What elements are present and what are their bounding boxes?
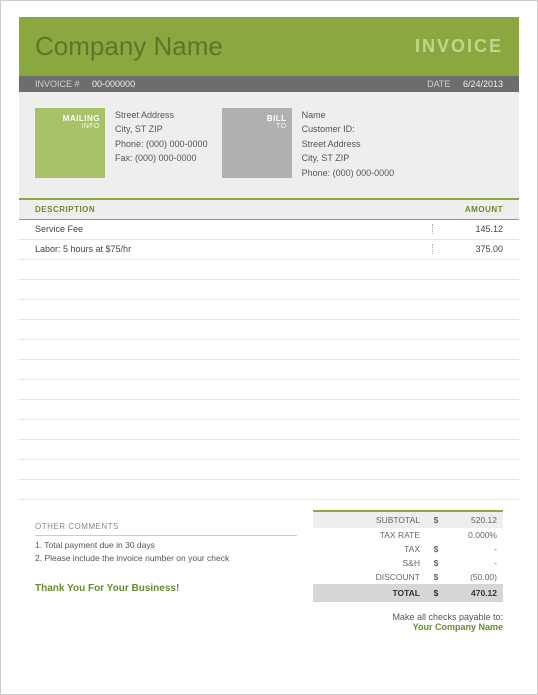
cell-description: Service Fee xyxy=(35,224,433,234)
comments-lines: 1. Total payment due in 30 days 2. Please… xyxy=(35,540,297,563)
info-area: MAILING INFO Street AddressCity, ST ZIPP… xyxy=(19,92,519,198)
bill-sub: TO xyxy=(276,123,287,130)
thank-you: Thank You For Your Business! xyxy=(35,583,297,594)
totals-row: S&H$- xyxy=(313,556,503,570)
text-line: City, ST ZIP xyxy=(115,122,208,136)
mailing-sub: INFO xyxy=(81,123,100,130)
table-row xyxy=(19,460,519,480)
table-row xyxy=(19,440,519,460)
totals-value: (50.00) xyxy=(442,572,497,582)
totals-label: DISCOUNT xyxy=(319,572,430,582)
text-line: Street Address xyxy=(302,137,395,151)
comments-section: OTHER COMMENTS 1. Total payment due in 3… xyxy=(35,510,297,632)
totals-row: DISCOUNT$(50.00) xyxy=(313,570,503,584)
table-row xyxy=(19,360,519,380)
bill-block: BILL TO NameCustomer ID:Street AddressCi… xyxy=(222,108,395,180)
invoice-title: INVOICE xyxy=(415,36,503,57)
totals-label: S&H xyxy=(319,558,430,568)
totals-currency: $ xyxy=(430,544,442,554)
totals-value: 470.12 xyxy=(442,588,497,598)
cell-amount: 375.00 xyxy=(433,244,503,254)
footer-area: OTHER COMMENTS 1. Total payment due in 3… xyxy=(19,500,519,642)
totals-currency: $ xyxy=(430,558,442,568)
table-row xyxy=(19,420,519,440)
table-row xyxy=(19,380,519,400)
totals-label: TAX xyxy=(319,544,430,554)
table-rows: Service Fee145.12Labor: 5 hours at $75/h… xyxy=(19,220,519,500)
totals-value: 520.12 xyxy=(442,515,497,525)
text-line: 1. Total payment due in 30 days xyxy=(35,540,297,550)
mailing-block: MAILING INFO Street AddressCity, ST ZIPP… xyxy=(35,108,208,180)
totals-currency: $ xyxy=(430,515,442,525)
invoice-num-label: INVOICE # xyxy=(35,79,80,89)
totals-row: SUBTOTAL$520.12 xyxy=(313,510,503,528)
line-items-table: DESCRIPTION AMOUNT Service Fee145.12Labo… xyxy=(19,198,519,500)
totals-label: TAX RATE xyxy=(319,530,430,540)
cell-amount: 145.12 xyxy=(433,224,503,234)
text-line: 2. Please include the invoice number on … xyxy=(35,553,297,563)
col-description: DESCRIPTION xyxy=(35,205,433,214)
mailing-details: Street AddressCity, ST ZIPPhone: (000) 0… xyxy=(115,108,208,180)
cell-description: Labor: 5 hours at $75/hr xyxy=(35,244,433,254)
invoice-num: 00-000000 xyxy=(92,79,135,89)
mailing-box: MAILING INFO xyxy=(35,108,105,178)
totals-value: 0.000% xyxy=(442,530,497,540)
table-row xyxy=(19,320,519,340)
text-line: Name xyxy=(302,108,395,122)
text-line: Customer ID: xyxy=(302,122,395,136)
date-label: DATE xyxy=(427,79,450,89)
bill-details: NameCustomer ID:Street AddressCity, ST Z… xyxy=(302,108,395,180)
bill-label: BILL xyxy=(267,114,287,123)
payable-text: Make all checks payable to: xyxy=(313,612,503,622)
table-row: Service Fee145.12 xyxy=(19,220,519,240)
payable-note: Make all checks payable to:Your Company … xyxy=(313,612,503,632)
table-row xyxy=(19,300,519,320)
text-line: Phone: (000) 000-0000 xyxy=(302,166,395,180)
text-line: City, ST ZIP xyxy=(302,151,395,165)
col-amount: AMOUNT xyxy=(433,205,503,214)
bill-box: BILL TO xyxy=(222,108,292,178)
totals-value: - xyxy=(442,558,497,568)
comments-title: OTHER COMMENTS xyxy=(35,522,297,536)
totals-row: TOTAL$470.12 xyxy=(313,584,503,602)
invoice-meta-bar: INVOICE # 00-000000 DATE 6/24/2013 xyxy=(19,76,519,92)
totals-label: TOTAL xyxy=(319,588,430,598)
company-name: Company Name xyxy=(35,31,223,62)
totals-currency: $ xyxy=(430,572,442,582)
totals-section: SUBTOTAL$520.12TAX RATE0.000%TAX$-S&H$-D… xyxy=(313,510,503,632)
table-row xyxy=(19,400,519,420)
totals-row: TAX$- xyxy=(313,542,503,556)
text-line: Fax: (000) 000-0000 xyxy=(115,151,208,165)
totals-label: SUBTOTAL xyxy=(319,515,430,525)
totals-currency: $ xyxy=(430,588,442,598)
table-row: Labor: 5 hours at $75/hr375.00 xyxy=(19,240,519,260)
text-line: Phone: (000) 000-0000 xyxy=(115,137,208,151)
totals-value: - xyxy=(442,544,497,554)
table-row xyxy=(19,340,519,360)
table-row xyxy=(19,480,519,500)
text-line: Street Address xyxy=(115,108,208,122)
totals-row: TAX RATE 0.000% xyxy=(313,528,503,542)
invoice-header: Company Name INVOICE xyxy=(19,17,519,76)
table-row xyxy=(19,260,519,280)
table-row xyxy=(19,280,519,300)
mailing-label: MAILING xyxy=(63,114,100,123)
invoice-date: 6/24/2013 xyxy=(463,79,503,89)
payable-company: Your Company Name xyxy=(313,622,503,632)
